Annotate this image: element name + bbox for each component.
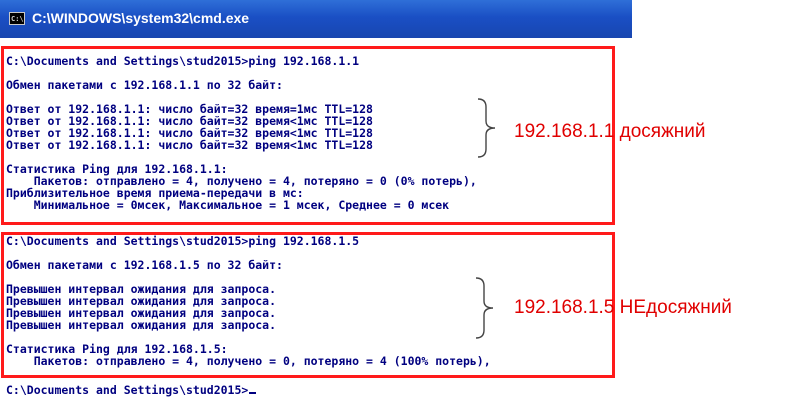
- console-prompt[interactable]: C:\Documents and Settings\stud2015>: [6, 383, 257, 397]
- prompt-text: C:\Documents and Settings\stud2015>: [6, 383, 249, 397]
- text-cursor: [249, 392, 257, 394]
- unreachable-brace: [475, 277, 494, 339]
- window-title: C:\WINDOWS\system32\cmd.exe: [32, 10, 250, 26]
- window-titlebar[interactable]: C:\ C:\WINDOWS\system32\cmd.exe: [0, 0, 632, 38]
- reachable-brace: [477, 98, 496, 158]
- cmd-icon[interactable]: C:\: [9, 12, 25, 25]
- reachable-annotation: 192.168.1.1 досяжний: [514, 121, 706, 142]
- unreachable-annotation: 192.168.1.5 НЕдосяжний: [514, 297, 732, 318]
